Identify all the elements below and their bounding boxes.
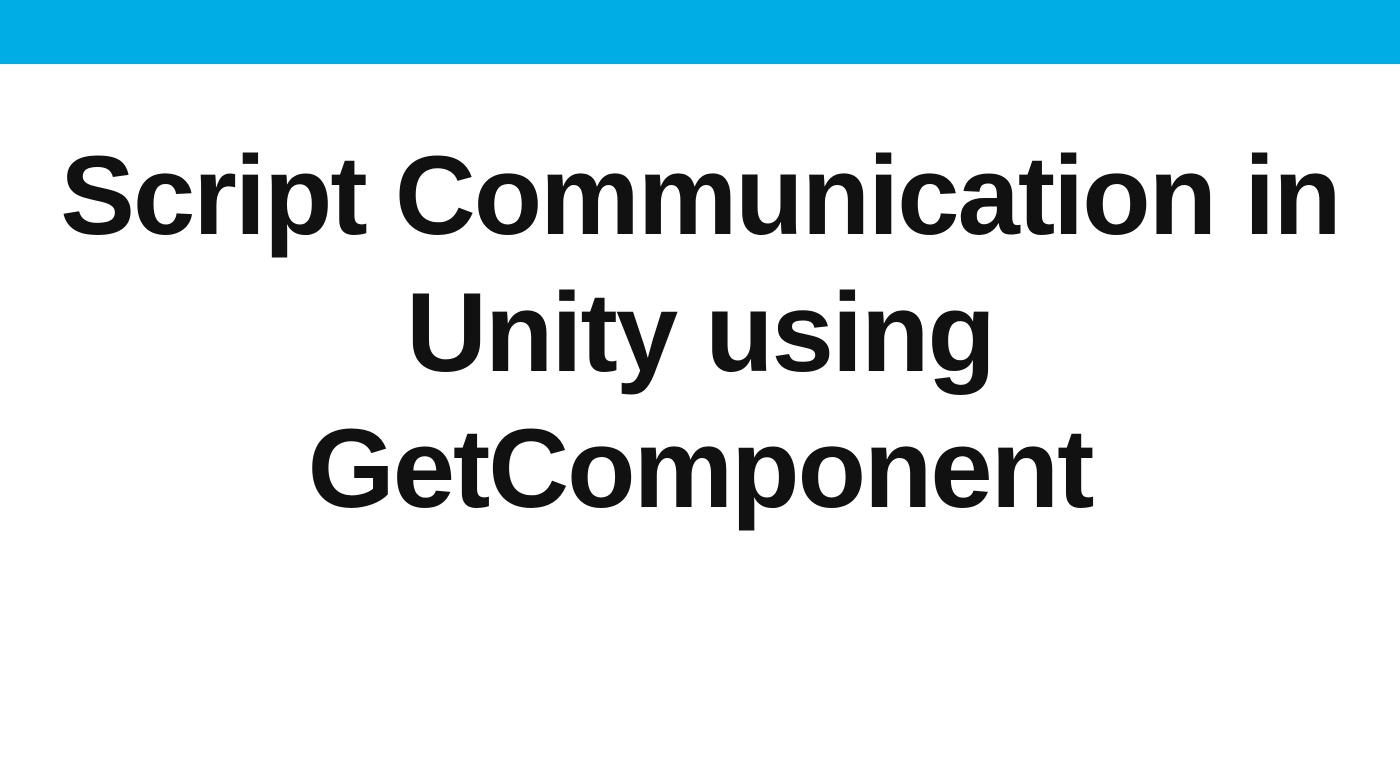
accent-bar xyxy=(0,0,1400,64)
content-area: Script Communication in Unity using GetC… xyxy=(0,64,1400,538)
slide-title: Script Communication in Unity using GetC… xyxy=(50,128,1350,538)
